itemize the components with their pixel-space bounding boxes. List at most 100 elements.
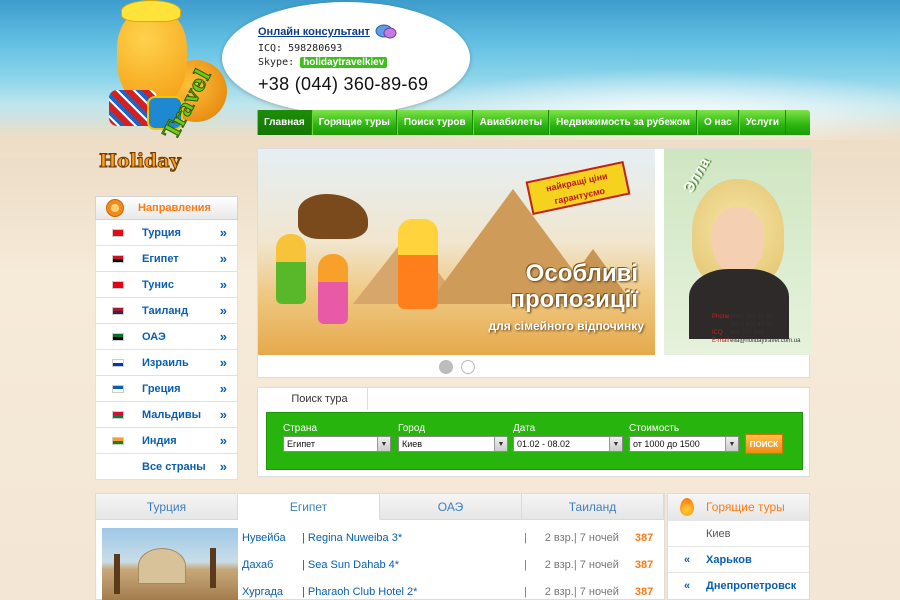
date-label: Дата	[513, 423, 536, 434]
manager-contacts: Phone(044) 360 89 69 (063) 420 47 87 ICQ…	[712, 314, 801, 344]
promo-subtitle: для сімейного відпочинку	[488, 319, 644, 333]
tour-city[interactable]: Дахаб	[242, 559, 302, 571]
tour-hotel[interactable]: | Pharaoh Club Hotel 2*	[302, 586, 524, 598]
arrow-left-icon: «	[683, 579, 691, 592]
israel-flag-icon	[112, 358, 124, 367]
price-label: Стоимость	[629, 423, 680, 434]
tour-info: 2 взр.| 7 ночей	[544, 558, 619, 571]
thailand-flag-icon	[112, 306, 124, 315]
compass-icon	[106, 199, 124, 217]
tour-row[interactable]: Хургада | Pharaoh Club Hotel 2* | 2 взр.…	[242, 578, 662, 600]
india-flag-icon	[112, 436, 124, 445]
hot-tours-panel: Горящие туры Киев « Харьков « Днепропетр…	[667, 493, 810, 600]
nav-flights[interactable]: Авиабилеты	[472, 110, 550, 135]
chevron-down-icon: ▼	[377, 437, 390, 451]
logo[interactable]: Holiday Travel	[95, 0, 245, 185]
promo-slide[interactable]: найкращі ціни гарантуємо Особливі пропоз…	[258, 149, 655, 355]
country-select[interactable]: Египет ▼	[283, 436, 391, 452]
sidebar-item-israel[interactable]: Израиль »	[95, 350, 238, 376]
logo-word-holiday: Holiday	[99, 150, 182, 173]
nav-hot-tours[interactable]: Горящие туры	[311, 110, 397, 135]
tour-list: Нувейба | Regina Nuweiba 3* | 2 взр.| 7 …	[242, 524, 662, 600]
tour-hotel[interactable]: | Sea Sun Dahab 4*	[302, 559, 524, 571]
tours-panel: Турция Египет ОАЭ Таиланд Нувейба | Regi…	[95, 493, 665, 600]
directions-title: Направления	[138, 202, 211, 214]
tab-uae[interactable]: ОАЭ	[380, 494, 522, 520]
country-label: Страна	[283, 423, 318, 434]
sidebar-item-turkey[interactable]: Турция »	[95, 220, 238, 246]
arrow-right-icon: »	[219, 355, 227, 370]
chevron-down-icon: ▼	[725, 437, 738, 451]
sidebar-item-thailand[interactable]: Таиланд »	[95, 298, 238, 324]
tour-hotel[interactable]: | Regina Nuweiba 3*	[302, 532, 524, 544]
tab-tour-search[interactable]: Поиск тура	[272, 388, 368, 410]
chevron-down-icon: ▼	[609, 437, 622, 451]
search-form: Страна Египет ▼ Город Киев ▼ Дата 01.02 - …	[266, 412, 803, 470]
tunisia-flag-icon	[112, 280, 124, 289]
nav-services[interactable]: Услуги	[738, 110, 786, 135]
price-select[interactable]: от 1000 до 1500 ▼	[629, 436, 739, 452]
greece-flag-icon	[112, 384, 124, 393]
main-navigation: Главная Горящие туры Поиск туров Авиабил…	[257, 110, 810, 135]
slider-dot-2[interactable]	[460, 360, 475, 374]
promo-title: Особливі пропозиції	[510, 260, 638, 313]
cartoon-character	[318, 254, 348, 324]
logo-hat	[121, 0, 181, 22]
date-select[interactable]: 01.02 - 08.02 ▼	[513, 436, 623, 452]
uae-flag-icon	[112, 332, 124, 341]
tour-city[interactable]: Нувейба	[242, 532, 302, 544]
chat-bubbles-icon[interactable]	[375, 24, 397, 40]
sidebar-item-uae[interactable]: ОАЭ »	[95, 324, 238, 350]
directions-header: Направления	[95, 196, 238, 220]
palm-tree	[114, 554, 120, 594]
sidebar-item-greece[interactable]: Греция »	[95, 376, 238, 402]
arrow-right-icon: »	[219, 303, 227, 318]
arrow-right-icon: »	[219, 459, 227, 474]
tour-row[interactable]: Нувейба | Regina Nuweiba 3* | 2 взр.| 7 …	[242, 524, 662, 551]
arrow-right-icon: »	[219, 251, 227, 266]
country-tabs: Турция Египет ОАЭ Таиланд	[96, 494, 664, 520]
chevron-down-icon: ▼	[494, 437, 507, 451]
arrow-right-icon: »	[219, 225, 227, 240]
hot-city-item[interactable]: « Днепропетровск	[668, 572, 809, 598]
tour-row[interactable]: Дахаб | Sea Sun Dahab 4* | 2 взр.| 7 ноч…	[242, 551, 662, 578]
sidebar-item-all-countries[interactable]: Все страны »	[95, 454, 238, 480]
destination-photo[interactable]	[102, 528, 238, 600]
tour-price: 387	[634, 558, 654, 571]
skype-id[interactable]: holidaytravelkiev	[300, 57, 388, 68]
hot-city-item[interactable]: « Харьков	[668, 546, 809, 572]
tab-egypt[interactable]: Египет	[238, 494, 380, 520]
manager-face	[712, 207, 764, 273]
building-dome	[138, 548, 186, 584]
phone-number: +38 (044) 360-89-69	[258, 74, 429, 94]
city-label: Город	[398, 423, 426, 434]
arrow-right-icon: »	[219, 433, 227, 448]
slider-dot-1[interactable]	[438, 360, 453, 374]
nav-real-estate[interactable]: Недвижимость за рубежом	[549, 110, 697, 135]
sidebar-item-india[interactable]: Индия »	[95, 428, 238, 454]
sidebar-item-egypt[interactable]: Египет »	[95, 246, 238, 272]
nav-about[interactable]: О нас	[696, 110, 739, 135]
online-consultant-link[interactable]: Онлайн консультант	[258, 26, 370, 38]
contacts-bubble: Онлайн консультант ICQ: 598280693 Skype:…	[222, 2, 470, 114]
nav-tour-search[interactable]: Поиск туров	[396, 110, 473, 135]
sidebar-item-tunisia[interactable]: Тунис »	[95, 272, 238, 298]
camel-image	[298, 194, 368, 239]
sidebar-item-maldives[interactable]: Мальдивы »	[95, 402, 238, 428]
hot-tours-title: Горящие туры	[706, 500, 785, 514]
manager-card[interactable]: Элла Phone(044) 360 89 69 (063) 420 47 8…	[664, 149, 811, 355]
hot-city-item[interactable]: Киев	[668, 520, 809, 546]
arrow-left-icon: «	[683, 553, 691, 566]
search-button[interactable]: ПОИСК	[745, 434, 783, 454]
tour-city[interactable]: Хургада	[242, 586, 302, 598]
tour-price: 387	[634, 531, 654, 544]
city-select[interactable]: Киев ▼	[398, 436, 508, 452]
arrow-right-icon: »	[219, 407, 227, 422]
turkey-flag-icon	[112, 228, 124, 237]
icq-number: ICQ: 598280693	[258, 43, 343, 54]
nav-home[interactable]: Главная	[257, 110, 312, 135]
tour-search-panel: Поиск тура Страна Египет ▼ Город Киев ▼ Да…	[257, 387, 810, 477]
tab-turkey[interactable]: Турция	[96, 494, 238, 520]
tab-thailand[interactable]: Таиланд	[522, 494, 664, 520]
hot-tours-header: Горящие туры	[668, 494, 809, 520]
